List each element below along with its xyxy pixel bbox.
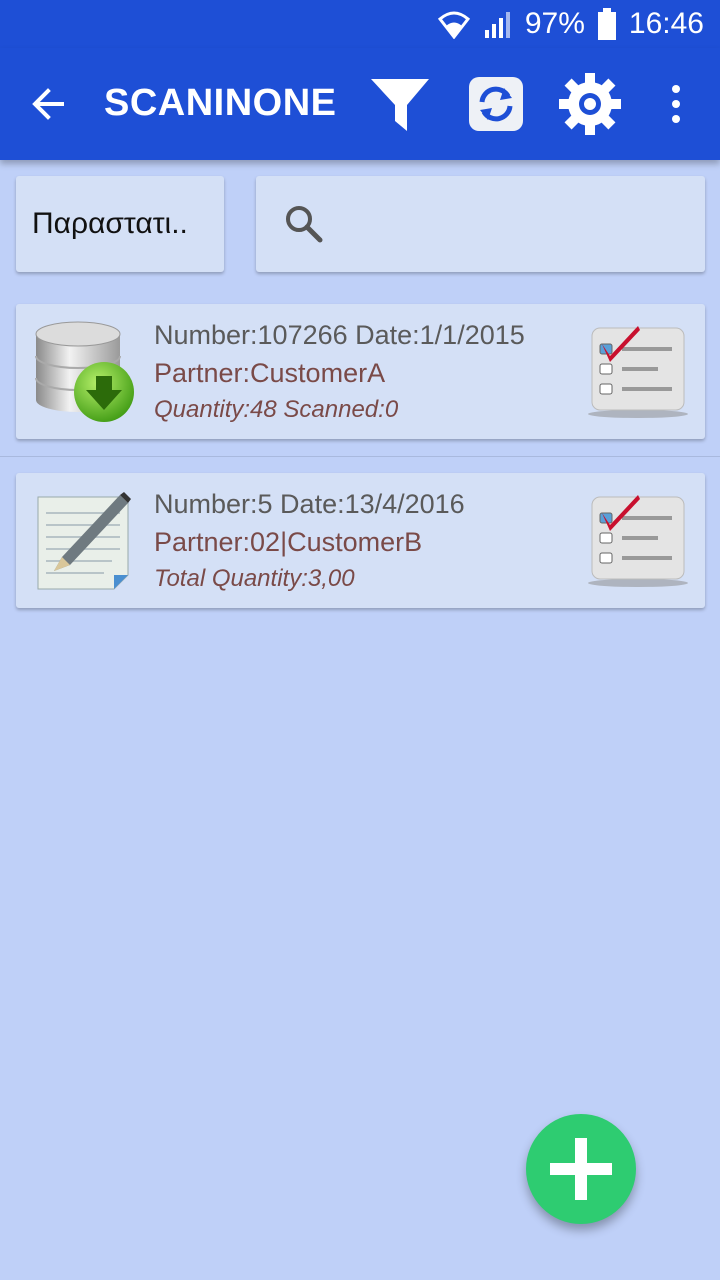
database-download-icon xyxy=(32,318,138,424)
sync-icon[interactable] xyxy=(462,70,530,138)
document-number-date: Number:5 Date:13/4/2016 xyxy=(154,489,465,519)
back-arrow-icon[interactable] xyxy=(28,84,68,124)
search-input[interactable] xyxy=(336,196,686,252)
document-type-dropdown[interactable]: Παραστατι.. xyxy=(16,176,224,272)
document-partner: Partner:02|CustomerB xyxy=(154,527,423,557)
search-box[interactable] xyxy=(256,176,705,272)
battery-percent: 97% xyxy=(524,7,585,40)
list-divider xyxy=(0,456,720,457)
document-card[interactable]: Number:5 Date:13/4/2016 Partner:02|Custo… xyxy=(16,473,705,608)
app-bar: SCANINONE xyxy=(0,48,720,160)
document-edit-icon xyxy=(32,487,138,593)
document-quantity: Total Quantity:3,00 xyxy=(154,565,355,592)
app-title: SCANINONE xyxy=(104,82,337,124)
clock: 16:46 xyxy=(628,7,704,40)
battery-icon xyxy=(597,8,617,40)
status-bar: 97% 16:46 xyxy=(0,0,720,48)
filter-icon[interactable] xyxy=(366,70,434,138)
document-number-date: Number:107266 Date:1/1/2015 xyxy=(154,320,525,350)
wifi-icon xyxy=(437,9,471,39)
document-partner: Partner:CustomerA xyxy=(154,358,386,388)
add-document-button[interactable] xyxy=(526,1114,636,1224)
document-type-selected: Παραστατι.. xyxy=(32,207,188,240)
document-card[interactable]: Number:107266 Date:1/1/2015 Partner:Cust… xyxy=(16,304,705,439)
more-vert-icon[interactable] xyxy=(646,70,706,138)
gear-icon[interactable] xyxy=(556,70,624,138)
document-quantity: Quantity:48 Scanned:0 xyxy=(154,396,399,423)
search-icon xyxy=(284,204,324,249)
plus-icon xyxy=(550,1138,612,1200)
checklist-icon[interactable] xyxy=(586,322,690,422)
signal-icon xyxy=(483,10,513,38)
checklist-icon[interactable] xyxy=(586,491,690,591)
